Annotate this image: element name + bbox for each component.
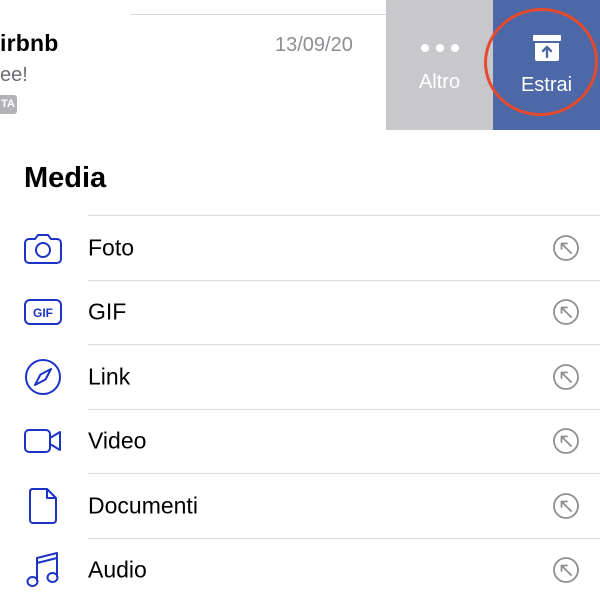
- message-preview: ee!: [0, 64, 28, 86]
- more-button-label: Altro: [418, 70, 461, 93]
- list-item-label: GIF: [88, 298, 127, 325]
- list-item-gif[interactable]: GIF GIF: [24, 279, 600, 345]
- go-to-icon: [553, 428, 579, 455]
- list-item-documenti[interactable]: Documenti: [29, 473, 600, 538]
- list-item-label: Foto: [88, 234, 135, 261]
- compass-icon: [22, 357, 64, 397]
- media-list: Foto GIF GIF Link Video Documenti Audio: [0, 215, 600, 602]
- gif-icon: GIF: [22, 292, 64, 332]
- list-item-video[interactable]: Video: [24, 408, 600, 474]
- unarchive-button-label: Estrai: [520, 73, 573, 96]
- video-camera-icon: [22, 421, 64, 461]
- go-to-icon: [553, 234, 579, 261]
- music-note-icon: [22, 550, 64, 590]
- svg-text:GIF: GIF: [33, 306, 53, 320]
- camera-icon: [22, 228, 64, 268]
- section-title: Media: [24, 162, 107, 194]
- sender-name: irbnb: [0, 30, 59, 56]
- list-item-link[interactable]: Link: [25, 344, 600, 409]
- more-button[interactable]: Altro: [386, 0, 493, 130]
- go-to-icon: [553, 557, 579, 584]
- go-to-icon: [553, 492, 579, 519]
- unarchive-box-icon: [532, 34, 561, 61]
- list-item-label: Documenti: [88, 492, 198, 519]
- list-item-foto[interactable]: Foto: [24, 215, 600, 280]
- message-date: 13/09/20: [275, 34, 353, 56]
- more-dots-icon: [420, 37, 459, 59]
- list-item-label: Link: [88, 363, 131, 390]
- conversation-row[interactable]: irbnb ee! TA 13/09/20 Altro Estrai: [0, 0, 600, 130]
- list-item-label: Video: [88, 427, 147, 454]
- list-item-audio[interactable]: Audio: [26, 537, 600, 603]
- list-item-label: Audio: [88, 556, 147, 583]
- unarchive-button[interactable]: Estrai: [493, 0, 600, 130]
- go-to-icon: [553, 363, 579, 390]
- go-to-icon: [553, 299, 579, 326]
- document-icon: [22, 486, 64, 526]
- status-badge: TA: [0, 95, 17, 114]
